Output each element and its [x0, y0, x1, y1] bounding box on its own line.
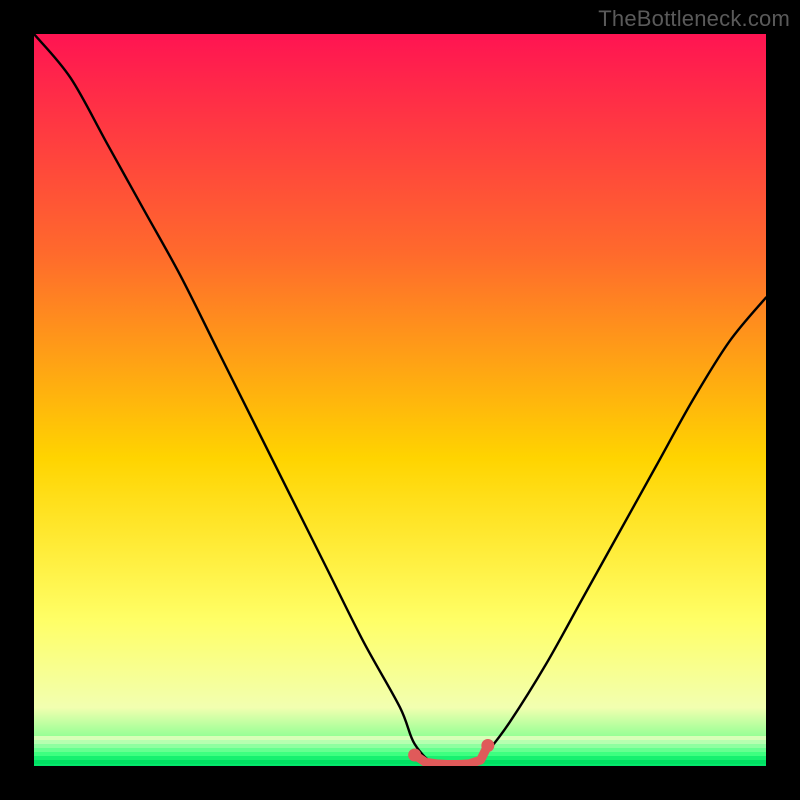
credit-text: TheBottleneck.com [598, 6, 790, 32]
chart-frame: TheBottleneck.com [0, 0, 800, 800]
gradient-background [34, 34, 766, 766]
plot-area [34, 34, 766, 766]
